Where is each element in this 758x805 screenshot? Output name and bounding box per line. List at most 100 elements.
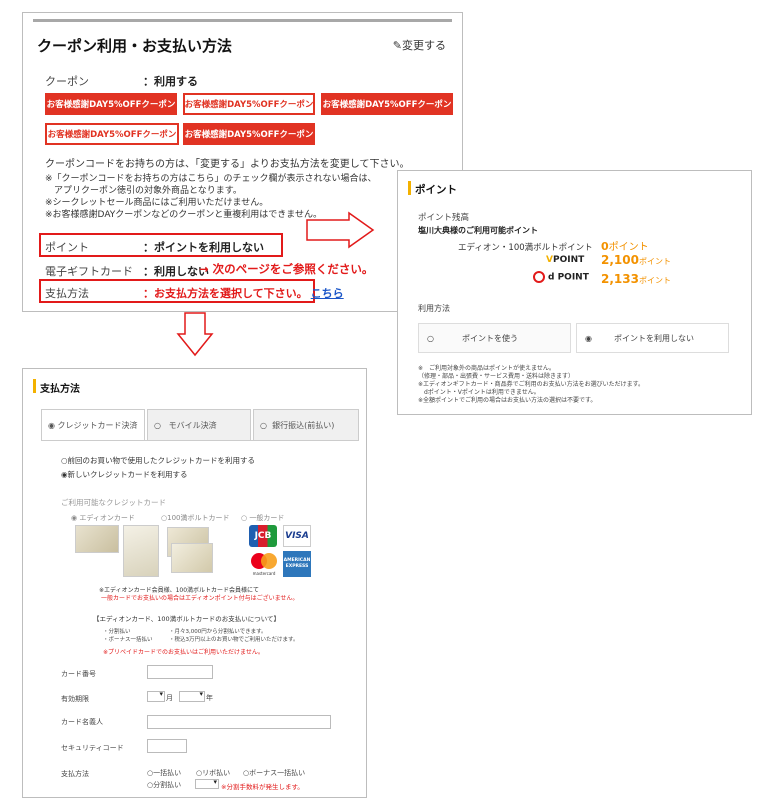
coupon-note-4: ※シークレットセール商品にはご利用いただけません。 bbox=[45, 198, 269, 208]
coupon-button-1[interactable]: お客様感謝DAY5%OFFクーポン bbox=[45, 93, 177, 115]
option-use-points[interactable]: ○ ポイントを使う bbox=[418, 323, 571, 353]
d-point-amount: 2,133ポイント bbox=[601, 272, 671, 286]
expiry-year-select[interactable]: ▾ bbox=[179, 690, 205, 702]
tab-mobile[interactable]: ○ モバイル決済 bbox=[147, 409, 251, 441]
edion-point-amount: 0ポイント bbox=[601, 238, 649, 253]
chevron-down-icon: ▾ bbox=[159, 690, 163, 698]
coupon-button-5[interactable]: お客様感謝DAY5%OFFクーポン bbox=[183, 123, 315, 145]
method-revolving[interactable]: ○リボ払い bbox=[196, 768, 230, 778]
card-type-edion[interactable]: ◉ エディオンカード bbox=[71, 513, 135, 523]
month-label: 月 bbox=[166, 694, 173, 702]
expiry-month-select[interactable]: ▾ bbox=[147, 690, 165, 702]
point-panel-title: ポイント bbox=[415, 184, 457, 196]
radio-on-icon: ◉ bbox=[71, 514, 78, 522]
option-new-label: 新しいクレジットカードを利用する bbox=[67, 470, 188, 479]
card-type-100volt[interactable]: ○100満ボルトカード bbox=[161, 513, 229, 523]
volt-card-image-2 bbox=[171, 543, 213, 573]
edion-point-value: 0 bbox=[601, 240, 609, 253]
tab-bank-label: 銀行振込(前払い) bbox=[272, 420, 335, 430]
method-revolving-label: リボ払い bbox=[202, 769, 231, 777]
card-type-general[interactable]: ○ 一般カード bbox=[241, 513, 284, 523]
d-point-icon bbox=[533, 271, 545, 283]
mastercard-logo: mastercard bbox=[249, 551, 279, 579]
pay-note-installment: ・分割払い bbox=[103, 629, 131, 635]
jcb-logo: JCB bbox=[249, 525, 277, 547]
v-point-label: POINT bbox=[552, 255, 585, 265]
payment-label: 支払方法 bbox=[45, 287, 89, 300]
available-cards-label: ご利用可能なクレジットカード bbox=[61, 498, 166, 507]
gift-card-label: 電子ギフトカード bbox=[45, 265, 133, 278]
point-note-5: ※全額ポイントでご利用の場合はお支払い方法の選択は不要です。 bbox=[418, 397, 597, 404]
method-installment[interactable]: ○分割払い bbox=[147, 780, 181, 790]
tab-bank[interactable]: ○ 銀行振込(前払い) bbox=[253, 409, 359, 441]
edion-payment-heading: 【エディオンカード、100満ボルトカードのお支払いについて】 bbox=[93, 615, 280, 623]
radio-off-icon: ○ bbox=[154, 420, 161, 430]
arrow-right-icon bbox=[306, 211, 375, 249]
gift-annotation: → 次のページをご参照ください。 bbox=[199, 262, 374, 276]
coupon-note-2: ※「クーポンコードをお持ちの方はこちら」のチェック欄が表示されない場合は、 bbox=[45, 174, 377, 184]
edion-point-label: エディオン・100満ボルトポイント bbox=[458, 243, 593, 253]
pay-note-bonus-detail: ・税込3万円以上のお買い物でご利用いただけます。 bbox=[169, 637, 299, 643]
radio-on-icon: ◉ bbox=[585, 333, 592, 343]
coupon-button-2[interactable]: お客様感謝DAY5%OFFクーポン bbox=[183, 93, 315, 115]
payment-method-panel: 支払方法 ◉ クレジットカード決済 ○ モバイル決済 ○ 銀行振込(前払い) ○… bbox=[22, 368, 367, 798]
edit-button[interactable]: ✎変更する bbox=[393, 37, 446, 53]
point-panel: ポイント ポイント残高 塩川大典様のご利用可能ポイント エディオン・100満ボル… bbox=[397, 170, 752, 415]
expiry-label: 有効期限 bbox=[61, 695, 89, 703]
mc-wordmark: mastercard bbox=[252, 571, 276, 576]
card-type-general-label: 一般カード bbox=[249, 514, 285, 522]
mc-orange-circle bbox=[261, 553, 277, 569]
method-lump-sum[interactable]: ○一括払い bbox=[147, 768, 181, 778]
card-holder-label: カード名義人 bbox=[61, 718, 103, 726]
option-new-card[interactable]: ◉新しいクレジットカードを利用する bbox=[61, 469, 188, 480]
pencil-icon: ✎ bbox=[392, 39, 402, 52]
prepaid-note: ※プリペイドカードでのお支払いはご利用いただけません。 bbox=[103, 649, 264, 656]
title-accent-bar bbox=[33, 379, 36, 393]
card-note-2: 一般カードでお支払いの場合はエディオンポイント付与はございません。 bbox=[101, 595, 299, 602]
method-lump-sum-label: 一括払い bbox=[153, 769, 182, 777]
installment-fee-note: ※分割手数料が発生します。 bbox=[221, 783, 304, 791]
panel-title: クーポン利用・お支払い方法 bbox=[37, 37, 233, 55]
v-point-unit: ポイント bbox=[638, 257, 671, 266]
coupon-note-5: ※お客様感謝DAYクーポンなどのクーポンと重複利用はできません。 bbox=[45, 210, 323, 220]
method-bonus[interactable]: ○ボーナス一括払い bbox=[243, 768, 305, 778]
tab-credit-card[interactable]: ◉ クレジットカード決済 bbox=[41, 409, 145, 441]
coupon-label: クーポン bbox=[45, 75, 89, 88]
year-label: 年 bbox=[206, 694, 213, 702]
edion-card-image-2 bbox=[123, 525, 159, 577]
option-nouse-label: ポイントを利用しない bbox=[613, 333, 694, 343]
coupon-button-3[interactable]: お客様感謝DAY5%OFFクーポン bbox=[321, 93, 453, 115]
payment-link[interactable]: こちら bbox=[311, 287, 344, 300]
member-label: 塩川大典様のご利用可能ポイント bbox=[418, 226, 538, 235]
security-code-input[interactable] bbox=[147, 739, 187, 753]
balance-label: ポイント残高 bbox=[418, 213, 470, 223]
option-prev-label: 前回のお買い物で使用したクレジットカードを利用する bbox=[67, 456, 256, 465]
d-point-logo: d POINT bbox=[533, 271, 589, 283]
card-holder-input[interactable] bbox=[147, 715, 331, 729]
card-type-100volt-label: 100満ボルトカード bbox=[167, 514, 230, 522]
radio-off-icon: ○ bbox=[427, 333, 434, 343]
edit-label: 変更する bbox=[402, 39, 446, 52]
arrow-down-icon bbox=[176, 312, 214, 357]
installment-count-select[interactable]: ▾ bbox=[195, 778, 219, 789]
v-point-value: 2,100 bbox=[601, 253, 639, 267]
coupon-note-1: クーポンコードをお持ちの方は、「変更する」よりお支払方法を変更して下さい。 bbox=[45, 159, 410, 170]
v-point-icon: V bbox=[546, 255, 553, 265]
option-no-points[interactable]: ◉ ポイントを利用しない bbox=[576, 323, 729, 353]
tab-mobile-label: モバイル決済 bbox=[168, 420, 217, 430]
payment-panel-title: 支払方法 bbox=[40, 384, 80, 395]
coupon-button-4[interactable]: お客様感謝DAY5%OFFクーポン bbox=[45, 123, 179, 145]
point-value: ：ポイントを利用しない bbox=[143, 241, 264, 254]
pay-note-installment-detail: ・月々3,000円から分割払いできます。 bbox=[169, 629, 267, 635]
point-label: ポイント bbox=[45, 241, 89, 254]
visa-logo: VISA bbox=[283, 525, 311, 547]
amex-logo: AMERICAN EXPRESS bbox=[283, 551, 311, 577]
radio-on-icon: ◉ bbox=[48, 421, 55, 430]
card-number-input[interactable] bbox=[147, 665, 213, 679]
pay-note-bonus: ・ボーナス一括払い bbox=[103, 637, 153, 643]
chevron-down-icon: ▾ bbox=[213, 778, 217, 786]
title-accent-bar bbox=[408, 181, 411, 195]
tab-credit-label: クレジットカード決済 bbox=[57, 421, 138, 430]
option-prev-card[interactable]: ○前回のお買い物で使用したクレジットカードを利用する bbox=[61, 455, 255, 466]
d-point-unit: ポイント bbox=[638, 276, 671, 285]
